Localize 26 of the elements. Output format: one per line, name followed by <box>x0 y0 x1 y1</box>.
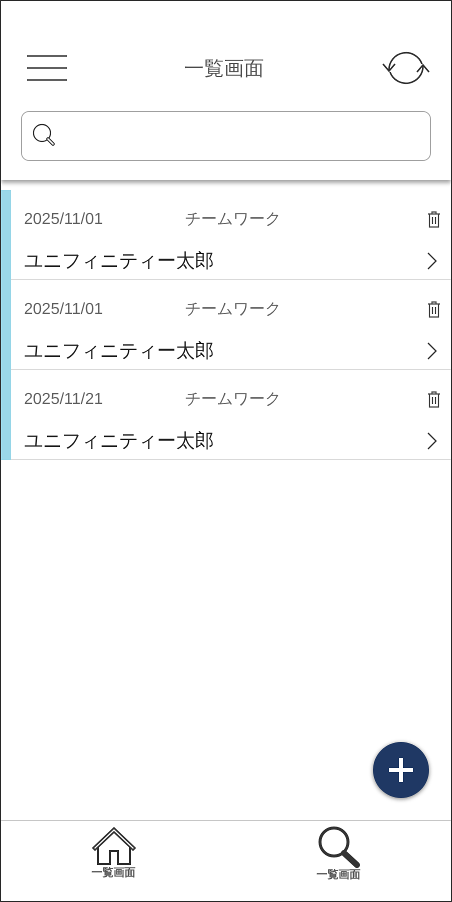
screen-title: 一覧画面 <box>184 54 264 82</box>
search-icon <box>32 123 58 149</box>
trash-icon[interactable] <box>427 301 441 318</box>
trash-icon[interactable] <box>427 391 441 408</box>
add-button[interactable] <box>373 742 429 798</box>
menu-icon[interactable] <box>27 55 67 81</box>
house-icon <box>92 826 136 866</box>
chevron-right-icon[interactable] <box>427 252 437 270</box>
search-icon <box>316 826 360 868</box>
nav-label[interactable]: 一覧画面 <box>92 865 136 880</box>
nav-label[interactable]: 一覧画面 <box>316 867 360 882</box>
plus-icon <box>388 757 414 783</box>
chevron-right-icon[interactable] <box>427 432 437 450</box>
search-field[interactable] <box>21 111 431 161</box>
record-category: チームワーク <box>185 390 282 410</box>
trash-icon[interactable] <box>427 211 441 228</box>
record-name: ユニフィニティー太郎 <box>24 339 215 364</box>
record-name: ユニフィニティー太郎 <box>24 249 215 274</box>
chevron-right-icon[interactable] <box>427 342 437 360</box>
refresh-icon[interactable] <box>381 50 431 86</box>
record-date: 2025/11/01 <box>24 300 104 318</box>
record-name: ユニフィニティー太郎 <box>24 429 215 454</box>
record-category: チームワーク <box>185 300 282 320</box>
record-date: 2025/11/01 <box>24 210 104 228</box>
record-category: チームワーク <box>185 210 282 230</box>
record-date: 2025/11/21 <box>24 390 104 408</box>
